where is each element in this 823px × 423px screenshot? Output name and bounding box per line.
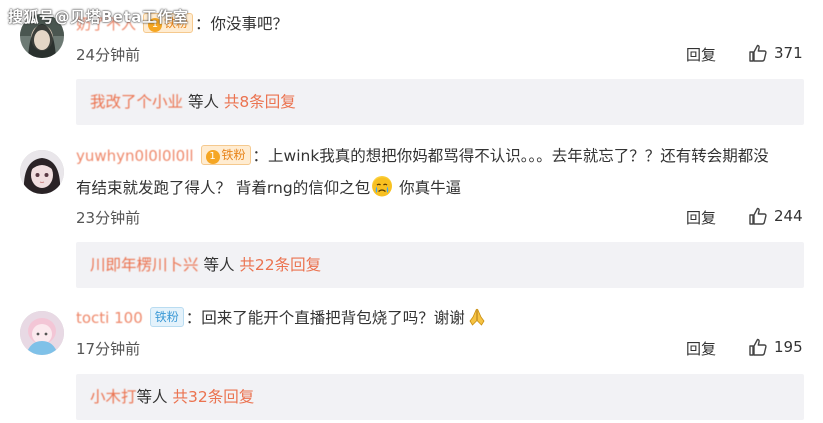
comment-text: ：回来了能开个直播把背包烧了吗？谢谢 — [185, 309, 465, 327]
reply-others-label: 等人 — [203, 256, 235, 274]
reply-summary[interactable]: 我改了个小业 等人 共8条回复 — [76, 79, 804, 125]
avatar[interactable] — [20, 311, 64, 355]
username[interactable]: yuwhyn0l0l0l0ll — [76, 147, 194, 165]
reply-usernames[interactable]: 我改了个小业 — [90, 93, 183, 111]
crying-face-emoji — [372, 176, 393, 197]
fan-badge[interactable]: 铁粉 — [149, 307, 184, 327]
reply-button[interactable]: 回复 — [686, 208, 716, 228]
watermark: 搜狐号@贝塔Beta工作室 — [8, 8, 189, 26]
comment-text: ：上wink我真的想把你妈都骂得不认识。。。去年就忘了？？还有转会期都没 — [252, 147, 769, 165]
timestamp: 17分钟前 — [76, 340, 141, 358]
like-button[interactable]: 244 — [748, 206, 803, 226]
avatar[interactable] — [20, 150, 64, 194]
comment-line-2: 有结束就发跑了得人？ 背着rng的信仰之包 你真牛逼 — [76, 172, 461, 204]
like-icon — [749, 338, 767, 356]
reply-usernames[interactable]: 川即年楞川卜兴 — [90, 256, 199, 274]
like-button[interactable]: 195 — [748, 337, 803, 357]
reply-others-label: 等人 — [136, 388, 168, 406]
comment-text-cont: 有结束就发跑了得人？ 背着rng的信仰之包 — [76, 179, 371, 197]
reply-summary[interactable]: 川即年楞川卜兴 等人 共22条回复 — [76, 242, 804, 288]
like-count: 371 — [774, 44, 803, 62]
praying-hands-emoji — [467, 306, 487, 326]
reply-count-link[interactable]: 共22条回复 — [239, 256, 321, 274]
level-badge-icon: 1 — [205, 150, 220, 164]
comment-line: yuwhyn0l0l0l0ll 1 铁粉 ：上wink我真的想把你妈都骂得不认识。。… — [76, 140, 769, 172]
like-count: 244 — [774, 207, 803, 225]
reply-usernames[interactable]: 小木打 — [90, 388, 137, 406]
comment-text-end: 你真牛逼 — [394, 179, 462, 197]
like-icon — [749, 44, 767, 62]
reply-button[interactable]: 回复 — [686, 45, 716, 65]
fan-badge[interactable]: 1 铁粉 — [200, 145, 251, 165]
reply-count-link[interactable]: 共8条回复 — [224, 93, 296, 111]
comment-line: tocti 100 铁粉 ：回来了能开个直播把背包烧了吗？谢谢 — [76, 302, 489, 334]
like-icon — [749, 207, 767, 225]
timestamp: 23分钟前 — [76, 209, 141, 227]
reply-others-label: 等人 — [187, 93, 219, 111]
reply-button[interactable]: 回复 — [686, 339, 716, 359]
reply-summary[interactable]: 小木打等人 共32条回复 — [76, 374, 804, 420]
reply-count-link[interactable]: 共32条回复 — [172, 388, 254, 406]
comment-text: ：你没事吧？ — [194, 15, 288, 33]
like-button[interactable]: 371 — [748, 43, 803, 63]
like-count: 195 — [774, 338, 803, 356]
badge-label: 铁粉 — [221, 148, 246, 162]
timestamp: 24分钟前 — [76, 46, 141, 64]
username[interactable]: tocti 100 — [76, 309, 143, 327]
